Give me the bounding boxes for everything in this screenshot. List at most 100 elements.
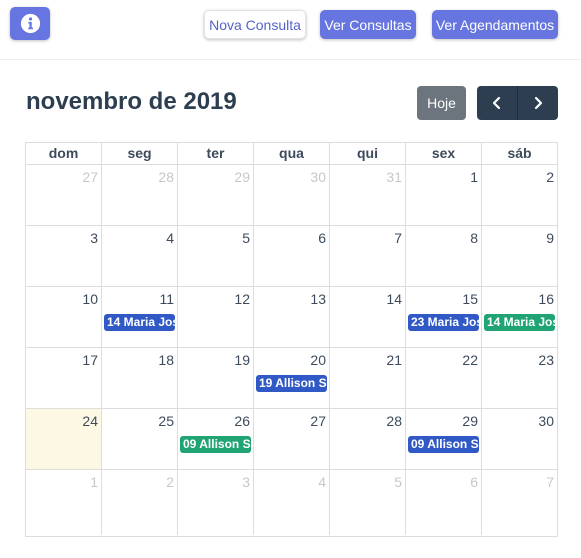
day-number: 24 (82, 413, 98, 429)
day-number: 6 (470, 474, 478, 490)
day-number: 4 (166, 230, 174, 246)
calendar-event[interactable]: 14 Maria Jos (484, 314, 555, 331)
day-cell[interactable]: 7 (482, 470, 557, 535)
day-number: 14 (386, 291, 402, 307)
calendar-week-row: 10 11 14 Maria Jos 12 13 14 15 23 Maria Jos 16 14… (26, 287, 557, 348)
day-cell[interactable]: 31 (330, 165, 406, 225)
day-cell[interactable]: 30 (254, 165, 330, 225)
day-cell[interactable]: 8 (406, 226, 482, 286)
day-number: 27 (82, 169, 98, 185)
day-number: 10 (82, 291, 98, 307)
day-number: 29 (462, 413, 478, 429)
day-number: 30 (538, 413, 554, 429)
day-cell[interactable]: 2 (482, 165, 557, 225)
day-cell[interactable]: 3 (178, 470, 254, 535)
day-cell[interactable]: 22 (406, 348, 482, 408)
calendar-event[interactable]: 09 Allison Sc (180, 436, 251, 453)
day-cell[interactable]: 2 (102, 470, 178, 535)
day-cell[interactable]: 12 (178, 287, 254, 347)
today-button[interactable]: Hoje (417, 86, 466, 120)
day-cell[interactable]: 11 14 Maria Jos (102, 287, 178, 347)
weekday-label: seg (102, 143, 178, 164)
day-cell[interactable]: 10 (26, 287, 102, 347)
day-number: 16 (538, 291, 554, 307)
day-number: 12 (234, 291, 250, 307)
day-number: 27 (310, 413, 326, 429)
day-cell[interactable]: 6 (406, 470, 482, 535)
day-number: 3 (242, 474, 250, 490)
day-number: 28 (158, 169, 174, 185)
day-cell[interactable]: 28 (330, 409, 406, 469)
prev-month-button[interactable] (477, 86, 518, 120)
day-cell[interactable]: 5 (178, 226, 254, 286)
day-number: 18 (158, 352, 174, 368)
ver-consultas-button[interactable]: Ver Consultas (320, 10, 416, 39)
calendar-event[interactable]: 09 Allison Sc (408, 436, 479, 453)
day-number: 25 (158, 413, 174, 429)
day-number: 28 (386, 413, 402, 429)
day-number: 23 (538, 352, 554, 368)
day-number: 8 (470, 230, 478, 246)
chevron-right-icon (534, 96, 542, 110)
calendar-week-row: 27 28 29 30 31 1 2 (26, 165, 557, 226)
calendar-week-row: 1 2 3 4 5 6 7 (26, 470, 557, 535)
day-cell-today[interactable]: 24 (26, 409, 102, 469)
day-cell[interactable]: 6 (254, 226, 330, 286)
day-cell[interactable]: 9 (482, 226, 557, 286)
day-cell[interactable]: 27 (26, 165, 102, 225)
day-number: 4 (318, 474, 326, 490)
weekday-label: dom (26, 143, 102, 164)
day-number: 2 (166, 474, 174, 490)
day-number: 29 (234, 169, 250, 185)
day-cell[interactable]: 28 (102, 165, 178, 225)
day-cell[interactable]: 15 23 Maria Jos (406, 287, 482, 347)
day-cell[interactable]: 25 (102, 409, 178, 469)
weekday-label: sáb (507, 145, 532, 161)
day-cell[interactable]: 18 (102, 348, 178, 408)
day-cell[interactable]: 29 (178, 165, 254, 225)
day-cell[interactable]: 27 (254, 409, 330, 469)
day-cell[interactable]: 7 (330, 226, 406, 286)
day-number: 7 (394, 230, 402, 246)
ver-agendamentos-button[interactable]: Ver Agendamentos (432, 10, 558, 39)
next-month-button[interactable] (518, 86, 559, 120)
day-cell[interactable]: 23 (482, 348, 557, 408)
day-cell[interactable]: 1 (406, 165, 482, 225)
calendar-title: novembro de 2019 (26, 88, 237, 115)
calendar-event[interactable]: 23 Maria Jos (408, 314, 479, 331)
day-cell[interactable]: 29 09 Allison Sc (406, 409, 482, 469)
day-cell[interactable]: 4 (254, 470, 330, 535)
weekday-label: sex (406, 143, 482, 164)
day-number: 31 (386, 169, 402, 185)
day-cell[interactable]: 5 (330, 470, 406, 535)
day-number: 20 (310, 352, 326, 368)
nova-consulta-button[interactable]: Nova Consulta (204, 10, 306, 39)
weekday-label: qui (330, 143, 406, 164)
day-cell[interactable]: 30 (482, 409, 557, 469)
day-cell[interactable]: 17 (26, 348, 102, 408)
day-cell[interactable]: 4 (102, 226, 178, 286)
day-cell[interactable]: 13 (254, 287, 330, 347)
day-cell[interactable]: 1 (26, 470, 102, 535)
day-cell[interactable]: 3 (26, 226, 102, 286)
day-cell[interactable]: 16 14 Maria Jos (482, 287, 557, 347)
day-cell[interactable]: 19 (178, 348, 254, 408)
day-number: 9 (546, 230, 554, 246)
day-number: 15 (462, 291, 478, 307)
day-cell[interactable]: 26 09 Allison Sc (178, 409, 254, 469)
calendar-event[interactable]: 14 Maria Jos (104, 314, 175, 331)
day-number: 5 (394, 474, 402, 490)
info-button[interactable] (10, 7, 50, 40)
calendar-event[interactable]: 19 Allison Sc (256, 375, 327, 392)
day-cell[interactable]: 14 (330, 287, 406, 347)
day-number: 13 (310, 291, 326, 307)
day-number: 17 (82, 352, 98, 368)
info-circle-icon (20, 13, 40, 34)
calendar-week-row: 3 4 5 6 7 8 9 (26, 226, 557, 287)
day-cell[interactable]: 21 (330, 348, 406, 408)
day-cell[interactable]: 20 19 Allison Sc (254, 348, 330, 408)
weekday-header: dom seg ter qua qui sex sáb (26, 143, 557, 165)
day-number: 7 (546, 474, 554, 490)
day-number: 26 (234, 413, 250, 429)
calendar-nav-group (477, 86, 558, 120)
